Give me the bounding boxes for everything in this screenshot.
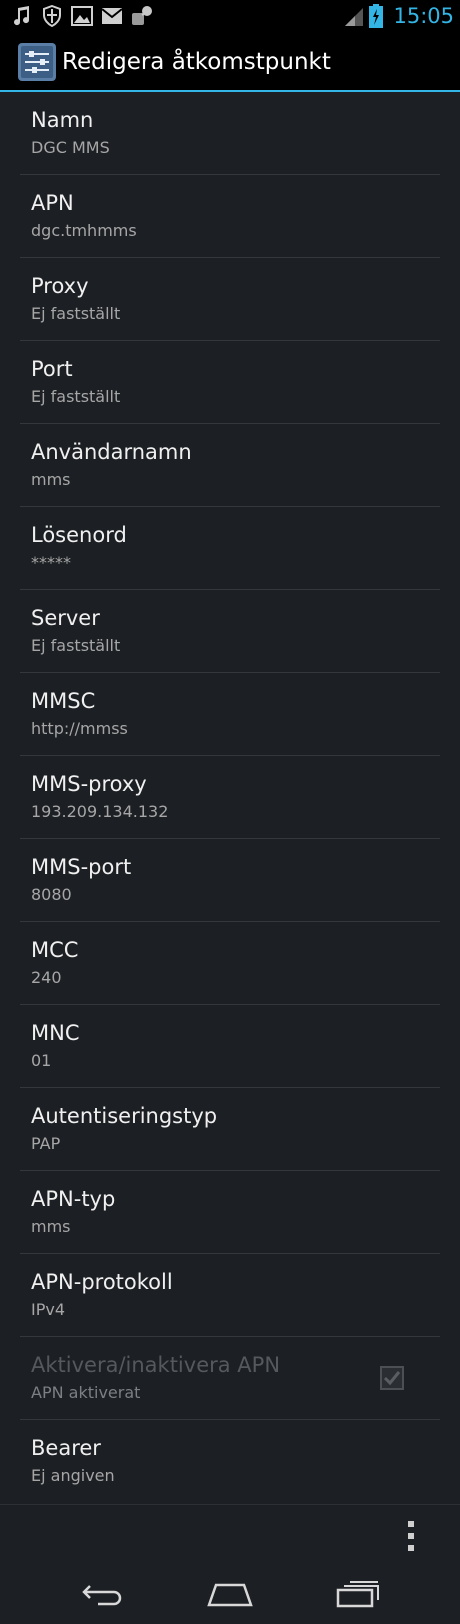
pref-title: MMS-proxy [31,772,147,796]
pref-summary: ***** [31,553,71,572]
pref-item-port[interactable]: Port Ej fastställt [20,341,440,424]
pref-title: APN [31,191,74,215]
pref-item-apn-type[interactable]: APN-typ mms [20,1171,440,1254]
pref-title: APN-typ [31,1187,116,1211]
checkmark-icon [383,1371,401,1386]
pref-item-auth-type[interactable]: Autentiseringstyp PAP [20,1088,440,1171]
pref-title: MMSC [31,689,96,713]
pref-title: Lösenord [31,523,127,547]
action-bar: Redigera åtkomstpunkt [0,32,460,92]
pref-item-server[interactable]: Server Ej fastställt [20,590,440,673]
music-note-icon [10,4,34,28]
pref-summary: dgc.tmhmms [31,221,137,240]
pref-item-proxy[interactable]: Proxy Ej fastställt [20,258,440,341]
back-icon[interactable] [72,1574,132,1614]
pref-summary: Ej fastställt [31,387,121,406]
pref-summary: Ej angiven [31,1466,115,1485]
pref-title: Bearer [31,1436,101,1460]
pref-title: Användarnamn [31,440,192,464]
pref-summary: 193.209.134.132 [31,802,169,821]
pref-summary: 01 [31,1051,52,1070]
pref-summary: DGC MMS [31,138,110,157]
pref-item-username[interactable]: Användarnamn mms [20,424,440,507]
pref-item-mcc[interactable]: MCC 240 [20,922,440,1005]
pref-title: Namn [31,108,94,132]
pref-title: APN-protokoll [31,1270,173,1294]
pref-title: Port [31,357,73,381]
menu-bar [0,1504,460,1564]
pref-item-apn-protocol[interactable]: APN-protokoll IPv4 [20,1254,440,1337]
pref-item-apn[interactable]: APN dgc.tmhmms [20,175,440,258]
battery-charging-icon [369,4,385,28]
pref-item-namn[interactable]: Namn DGC MMS [20,92,440,175]
pref-summary: mms [31,1217,71,1236]
status-bar: 15:05 [0,0,460,32]
pref-title: MCC [31,938,79,962]
pref-title: Aktivera/inaktivera APN [31,1353,281,1377]
pref-summary: http://mmss [31,719,128,738]
pref-summary: 8080 [31,885,72,904]
page-title: Redigera åtkomstpunkt [62,49,331,75]
navigation-bar [0,1564,460,1624]
pref-summary: 240 [31,968,62,987]
pref-item-bearer[interactable]: Bearer Ej angiven [20,1420,440,1503]
clock: 15:05 [393,4,454,28]
picture-icon [70,4,94,28]
settings-sliders-icon[interactable] [18,43,56,81]
pref-title: Proxy [31,274,89,298]
pref-item-password[interactable]: Lösenord ***** [20,507,440,590]
pref-title: Autentiseringstyp [31,1104,218,1128]
pref-summary: Ej fastställt [31,636,121,655]
pref-summary: IPv4 [31,1300,66,1319]
pref-summary: Ej fastställt [31,304,121,323]
pref-item-mmsc[interactable]: MMSC http://mmss [20,673,440,756]
preference-list: Namn DGC MMS APN dgc.tmhmms Proxy Ej fas… [0,92,460,1503]
home-icon[interactable] [200,1574,260,1614]
pref-summary: APN aktiverat [31,1383,141,1402]
pref-item-apn-enable: Aktivera/inaktivera APN APN aktiverat [20,1337,440,1420]
recent-apps-icon[interactable] [328,1574,388,1614]
signal-icon [343,5,365,27]
pref-summary: PAP [31,1134,61,1153]
phone-link-icon [130,4,154,28]
pref-title: MMS-port [31,855,132,879]
overflow-menu-icon[interactable] [406,1521,416,1551]
mail-icon [100,4,124,28]
pref-item-mnc[interactable]: MNC 01 [20,1005,440,1088]
pref-item-mms-port[interactable]: MMS-port 8080 [20,839,440,922]
pref-summary: mms [31,470,71,489]
pref-title: MNC [31,1021,80,1045]
pref-item-mms-proxy[interactable]: MMS-proxy 193.209.134.132 [20,756,440,839]
apn-enabled-checkbox [380,1366,404,1390]
pref-title: Server [31,606,100,630]
shield-icon [40,4,64,28]
